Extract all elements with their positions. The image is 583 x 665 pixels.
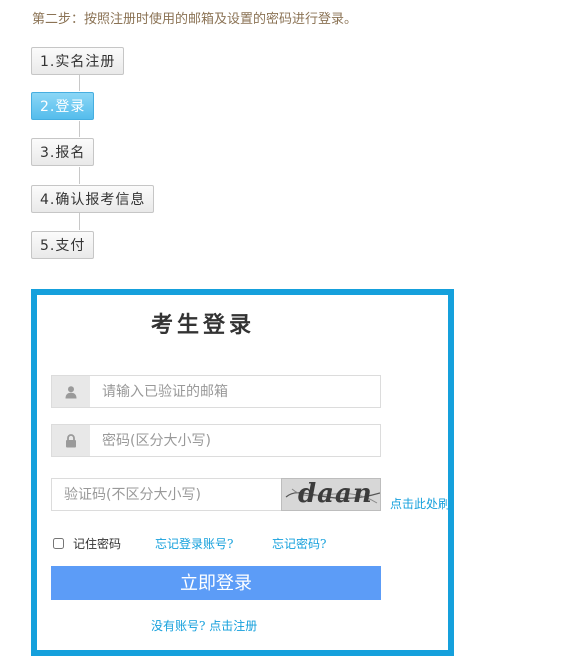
login-title: 考生登录 bbox=[151, 313, 256, 338]
remember-label: 记住密码 bbox=[73, 537, 122, 551]
step-4-button[interactable]: 4.确认报考信息 bbox=[31, 185, 155, 213]
refresh-captcha-link[interactable]: 点击此处刷 bbox=[390, 495, 450, 512]
captcha-input[interactable] bbox=[64, 479, 274, 510]
password-field bbox=[51, 424, 381, 457]
step-3-button[interactable]: 3.报名 bbox=[31, 138, 95, 166]
login-panel: 考生登录 daan 点击此处刷 记住密码 忘记登录账 bbox=[31, 289, 454, 656]
captcha-field bbox=[51, 478, 283, 511]
step-2-button[interactable]: 2.登录 bbox=[31, 92, 95, 120]
email-field bbox=[51, 375, 381, 408]
forgot-account-link[interactable]: 忘记登录账号? bbox=[155, 535, 233, 552]
forgot-password-link[interactable]: 忘记密码? bbox=[272, 535, 326, 552]
lock-icon bbox=[52, 425, 90, 456]
step-connector bbox=[79, 167, 80, 184]
step-intro: 第二步：按照注册时使用的邮箱及设置的密码进行登录。 bbox=[32, 12, 358, 27]
step-connector bbox=[79, 213, 80, 230]
step-1-button[interactable]: 1.实名注册 bbox=[31, 47, 125, 75]
login-button[interactable]: 立即登录 bbox=[51, 566, 381, 600]
password-input[interactable] bbox=[102, 425, 372, 456]
remember-password[interactable]: 记住密码 bbox=[53, 535, 121, 552]
remember-checkbox[interactable] bbox=[53, 538, 64, 549]
step-connector bbox=[79, 75, 80, 91]
email-input[interactable] bbox=[102, 376, 372, 407]
step-5-button[interactable]: 5.支付 bbox=[31, 231, 95, 259]
step-connector bbox=[79, 121, 80, 137]
user-icon bbox=[52, 376, 90, 407]
register-link[interactable]: 没有账号? 点击注册 bbox=[151, 617, 257, 634]
captcha-image[interactable]: daan bbox=[281, 478, 381, 511]
captcha-text: daan bbox=[298, 479, 373, 509]
